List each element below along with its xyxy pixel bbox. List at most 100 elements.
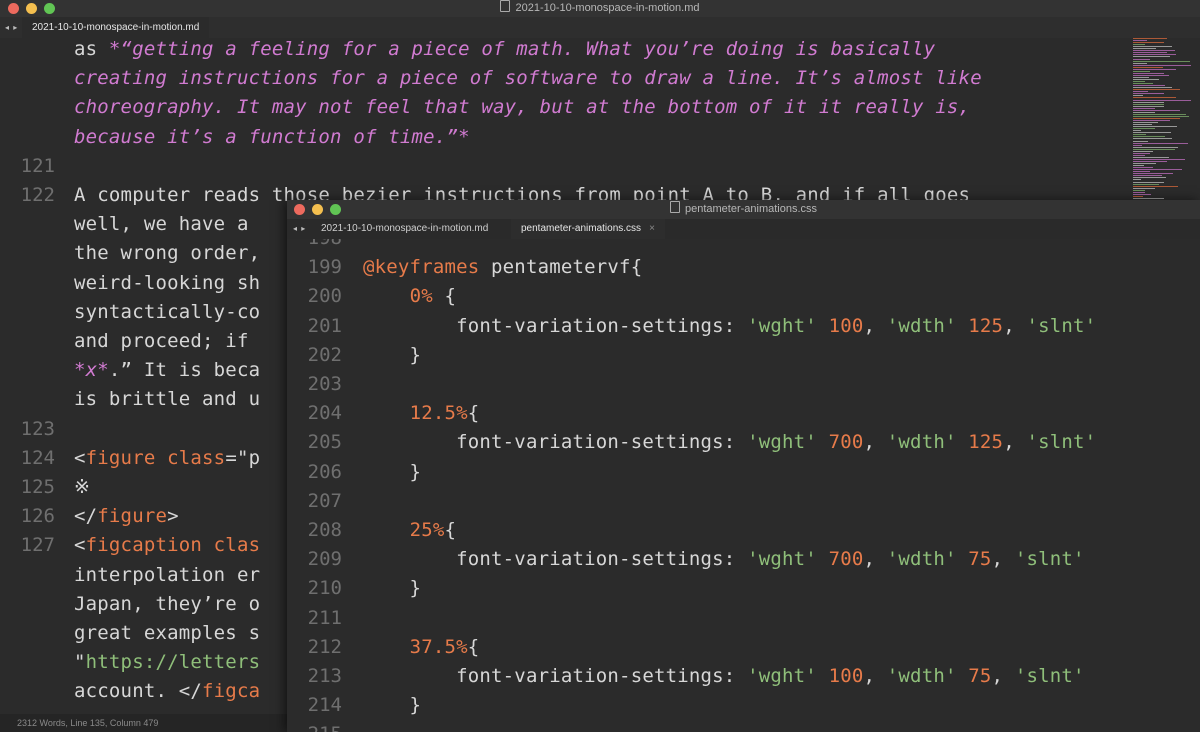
code-token: 75 [968,548,992,571]
minimap-line [1133,95,1143,97]
tab-pentameter-animations[interactable]: pentameter-animations.css × [511,219,665,239]
file-icon [669,201,680,213]
zoom-window-button[interactable] [44,3,55,14]
back-titlebar[interactable]: 2021-10-10-monospace-in-motion.md [0,0,1200,17]
minimap-line [1133,85,1165,87]
code-token: syntactically-co [74,300,261,323]
code-token: > [167,505,179,528]
code-token: choreography. It may not feel that way, … [74,96,971,119]
line-number: 211 [307,606,342,629]
code-token: creating instructions for a piece of sof… [74,67,982,90]
code-token: 'slnt' [1014,665,1085,687]
code-line: because it’s a function of time.”* [74,126,470,148]
minimap-line [1133,58,1150,60]
front-titlebar[interactable]: pentameter-animations.css [287,200,1200,219]
minimap-line [1133,154,1145,156]
line-number: 199 [307,256,342,279]
tab-label: 2021-10-10-monospace-in-motion.md [321,223,489,234]
line-number: 127 [20,534,55,557]
minimap-line [1133,124,1152,126]
tab-monospace-in-motion[interactable]: 2021-10-10-monospace-in-motion.md [311,219,498,239]
tab-nav-arrows-icon[interactable]: ◂ ▸ [293,219,306,240]
code-token: </ [74,505,98,528]
minimap-line [1133,97,1176,99]
minimap-line [1133,115,1189,117]
code-token: } [363,577,422,600]
code-token: , [1003,314,1027,337]
window-controls [8,3,55,14]
minimap-line [1133,109,1180,111]
code-line: well, we have a [74,213,249,235]
code-token: , [991,548,1015,571]
minimap-line [1133,40,1147,42]
minimap-line [1133,187,1155,189]
minimap-line [1133,117,1180,119]
code-token: , [1003,431,1027,454]
code-line: is brittle and u [74,388,260,410]
code-token: 'slnt' [1026,314,1097,337]
code-line: 0% { [363,285,456,307]
minimap-line [1133,169,1182,171]
code-token: < [74,534,86,557]
minimap-line [1133,132,1171,134]
tab-monospace-in-motion[interactable]: 2021-10-10-monospace-in-motion.md [22,17,210,38]
code-token: as [74,38,109,60]
minimap-line [1133,161,1167,162]
minimap-line [1133,111,1155,113]
code-token: , [991,665,1015,687]
line-number: 214 [307,694,342,717]
line-number: 208 [307,519,342,541]
minimap-line [1133,83,1153,85]
minimap-line [1133,173,1173,175]
close-window-button[interactable] [8,3,19,14]
window-controls [294,204,341,215]
code-line: the wrong order, [74,242,260,264]
front-editor-text-area[interactable]: 198199@keyframes pentametervf{200 0% {20… [287,239,1200,732]
zoom-window-button[interactable] [330,204,341,215]
line-number: 125 [20,476,55,498]
code-token: { [467,402,480,425]
minimap-line [1133,72,1164,74]
minimap-line [1133,60,1190,62]
code-token: 100 [828,314,864,337]
code-token: interpolation er [74,563,261,586]
code-token: pentametervf{ [479,256,643,279]
code-token: 'wght' [747,431,817,454]
code-token: { [432,285,457,308]
code-line: 12.5%{ [363,402,480,425]
tab-nav-arrows-icon[interactable]: ◂ ▸ [5,17,18,38]
code-line: <figure class="p [74,447,260,469]
code-token: 'slnt' [1014,548,1085,571]
code-line: choreography. It may not feel that way, … [74,96,970,118]
minimize-window-button[interactable] [26,3,37,14]
code-token: 100 [828,665,864,687]
line-number: 121 [20,154,55,177]
minimap-line [1133,150,1153,152]
code-line: ※ [74,476,90,498]
code-line: "https://letters [74,651,260,673]
code-token: 'wdth' [886,548,957,571]
minimap-line [1133,87,1172,89]
minimap-line [1133,50,1175,52]
close-tab-icon[interactable]: × [649,223,655,234]
code-token: { [444,519,457,541]
code-token: 'wdth' [886,314,957,337]
code-line: syntactically-co [74,301,260,323]
minimap-line [1133,144,1142,146]
code-token: *“getting a feeling for a piece of math.… [108,38,936,60]
close-window-button[interactable] [294,204,305,215]
minimap-line [1133,156,1169,158]
minimap-line [1133,46,1172,48]
minimap-line [1133,93,1164,95]
line-number: 200 [307,285,342,308]
minimize-window-button[interactable] [312,204,323,215]
code-token: 125 [968,314,1004,337]
minimap[interactable] [1133,38,1195,208]
code-line: account. </figca [74,680,260,702]
status-text: 2312 Words, Line 135, Column 479 [17,718,159,728]
line-number: 126 [20,505,55,528]
